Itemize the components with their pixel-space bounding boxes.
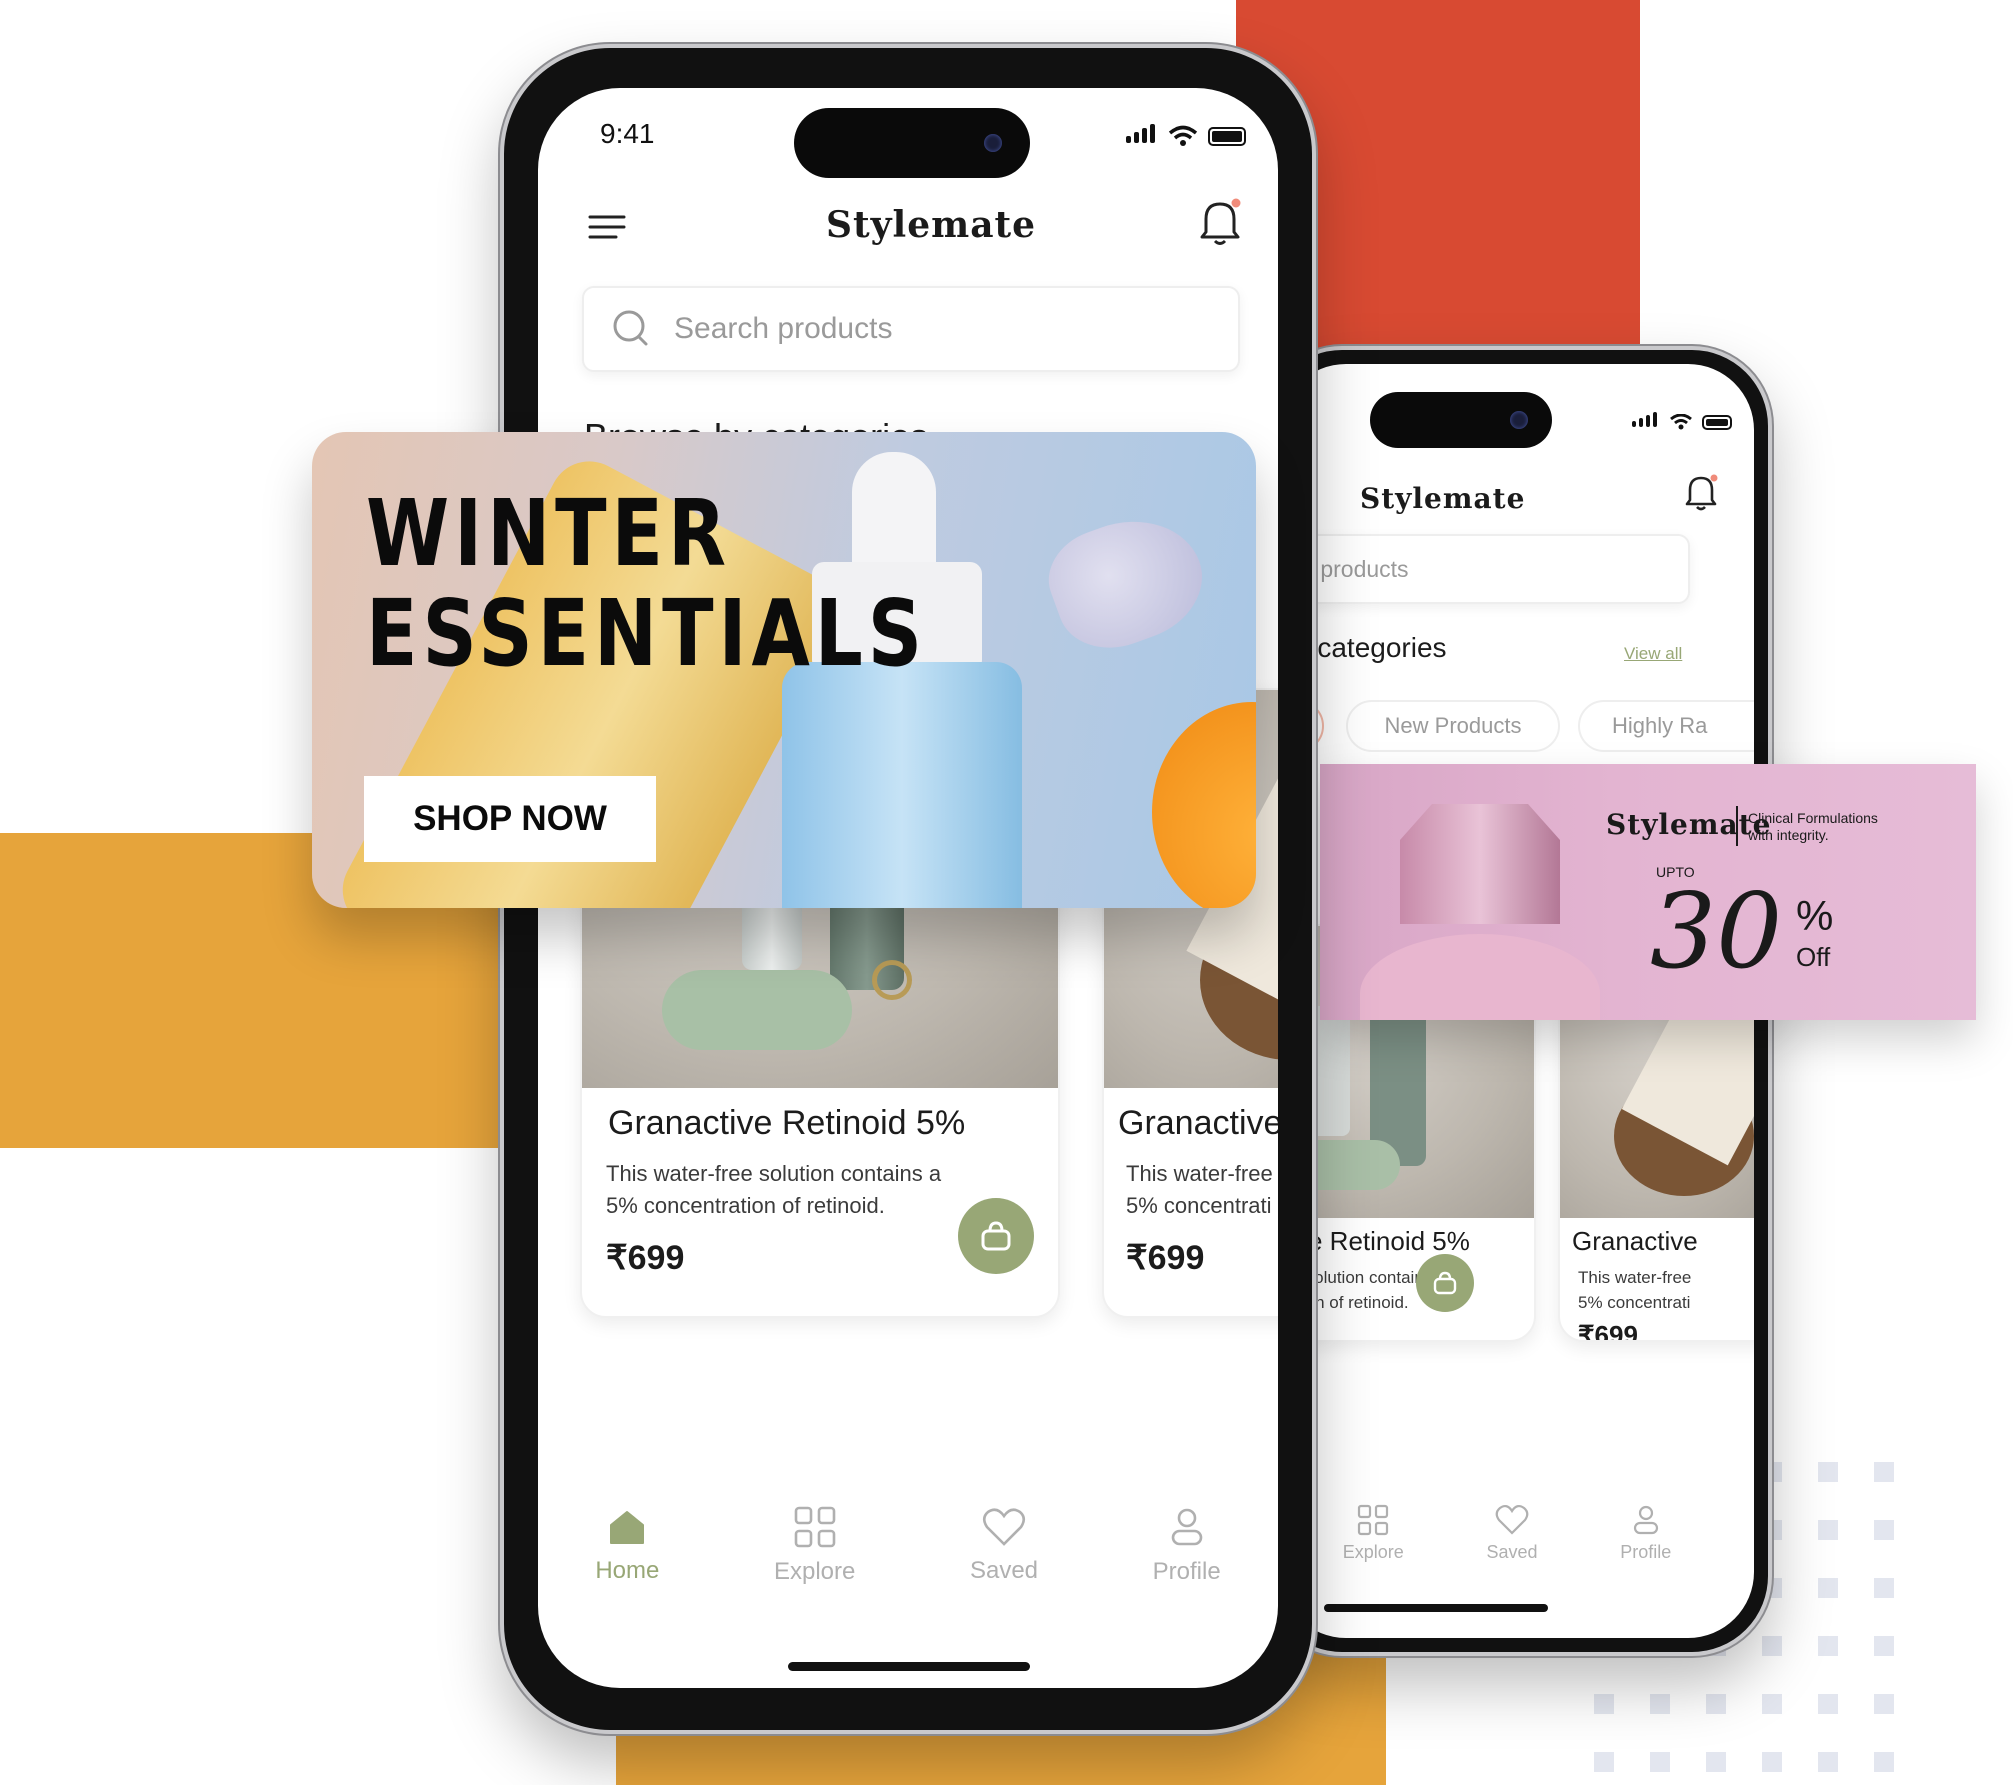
product-title: Granactive Retinoid 5%: [608, 1104, 966, 1142]
status-time: 9:41: [600, 118, 655, 149]
grid-dot: [1706, 1694, 1726, 1714]
home-indicator: [1324, 1604, 1548, 1612]
dynamic-island: [1370, 392, 1552, 448]
search-input[interactable]: rch products: [1280, 534, 1690, 604]
wifi-icon: [1168, 125, 1198, 146]
user-icon: [1171, 1508, 1202, 1546]
orange-slice-image: [1152, 702, 1256, 908]
add-to-cart-button[interactable]: [1416, 1254, 1474, 1312]
product-price: ₹699: [1578, 1320, 1638, 1342]
add-to-cart-button[interactable]: [958, 1198, 1034, 1274]
grid-dot: [1594, 1752, 1614, 1772]
view-all-link[interactable]: View all: [1624, 644, 1682, 664]
grid-dot: [1818, 1462, 1838, 1482]
product-description: This water-free solution contains a 5% c…: [606, 1161, 942, 1218]
signal-icon: [1632, 412, 1660, 432]
status-icons: [1126, 124, 1246, 148]
grid-dot: [1874, 1636, 1894, 1656]
grid-dot: [1818, 1636, 1838, 1656]
status-icons: [1632, 412, 1732, 432]
battery-icon: [1208, 126, 1246, 146]
bottom-tab-bar: Home Explore Saved Profile: [538, 1506, 1278, 1586]
product-price: ₹699: [606, 1239, 685, 1277]
grid-dot: [1818, 1694, 1838, 1714]
brand-logo: Stylemate: [826, 204, 1037, 246]
tab-saved[interactable]: Saved: [1486, 1504, 1538, 1563]
grid-dot: [1874, 1752, 1894, 1772]
grid-dot: [1650, 1694, 1670, 1714]
signal-icon: [1126, 124, 1158, 148]
heart-icon: [982, 1508, 1026, 1546]
tab-home[interactable]: Home: [595, 1507, 659, 1585]
brand-logo: Stylemate: [1360, 482, 1526, 515]
grid-dot: [1762, 1694, 1782, 1714]
category-chip-highly-rated[interactable]: Highly Ra: [1578, 700, 1754, 752]
grid-icon: [794, 1506, 835, 1548]
grid-dot: [1818, 1520, 1838, 1540]
grid-dot: [1818, 1578, 1838, 1598]
shop-now-button[interactable]: SHOP NOW: [364, 776, 656, 862]
battery-icon: [1702, 414, 1732, 430]
grid-dot: [1818, 1752, 1838, 1772]
user-icon: [1633, 1505, 1658, 1535]
bottom-tab-bar: Explore Saved Profile: [1280, 1504, 1754, 1563]
home-icon: [610, 1511, 645, 1544]
banner-divider: [1736, 806, 1738, 846]
notification-bell-icon[interactable]: [1198, 196, 1242, 251]
tab-explore[interactable]: Explore: [1343, 1504, 1404, 1563]
winter-essentials-banner[interactable]: WINTER ESSENTIALS SHOP NOW: [312, 432, 1256, 908]
perfume-bottle-image: [1360, 794, 1600, 1020]
notification-bell-icon[interactable]: [1684, 472, 1718, 517]
banner-percent: %: [1796, 892, 1834, 939]
search-input[interactable]: Search products: [582, 286, 1240, 372]
home-indicator: [788, 1662, 1030, 1671]
grid-dot: [1594, 1694, 1614, 1714]
grid-dot: [1762, 1752, 1782, 1772]
banner-title: WINTER ESSENTIALS: [366, 480, 928, 687]
product-description: This water-free 5% concentrati: [1126, 1161, 1273, 1218]
bag-icon: [1433, 1271, 1457, 1295]
product-price: ₹699: [1126, 1239, 1205, 1277]
tab-profile[interactable]: Profile: [1620, 1504, 1671, 1563]
discount-banner[interactable]: Stylemate Clinical Formulations with int…: [1320, 764, 1976, 1020]
grid-dot: [1874, 1578, 1894, 1598]
tab-explore[interactable]: Explore: [774, 1506, 855, 1586]
grid-dot: [1874, 1462, 1894, 1482]
gel-swatch-image: [1036, 499, 1218, 665]
banner-brand: Stylemate: [1606, 808, 1772, 841]
banner-discount-number: 30: [1650, 870, 1783, 992]
grid-dot: [1874, 1694, 1894, 1714]
grid-dot: [1706, 1752, 1726, 1772]
heart-icon: [1495, 1504, 1529, 1535]
menu-icon[interactable]: [588, 214, 626, 245]
category-chip-new-products[interactable]: New Products: [1346, 700, 1560, 752]
product-title: Granactive: [1572, 1226, 1698, 1256]
grid-dot: [1650, 1752, 1670, 1772]
search-icon: [613, 310, 648, 346]
grid-icon: [1358, 1504, 1389, 1536]
grid-dot: [1762, 1636, 1782, 1656]
banner-off: Off: [1796, 942, 1831, 972]
wifi-icon: [1670, 414, 1692, 430]
product-title: Granactive: [1118, 1104, 1278, 1142]
tab-profile[interactable]: Profile: [1153, 1506, 1221, 1586]
tab-saved[interactable]: Saved: [970, 1507, 1038, 1585]
banner-tagline: Clinical Formulations with integrity.: [1748, 810, 1878, 843]
product-description: This water-free 5% concentrati: [1578, 1268, 1692, 1312]
dynamic-island: [794, 108, 1030, 178]
bag-icon: [981, 1221, 1011, 1251]
grid-dot: [1874, 1520, 1894, 1540]
